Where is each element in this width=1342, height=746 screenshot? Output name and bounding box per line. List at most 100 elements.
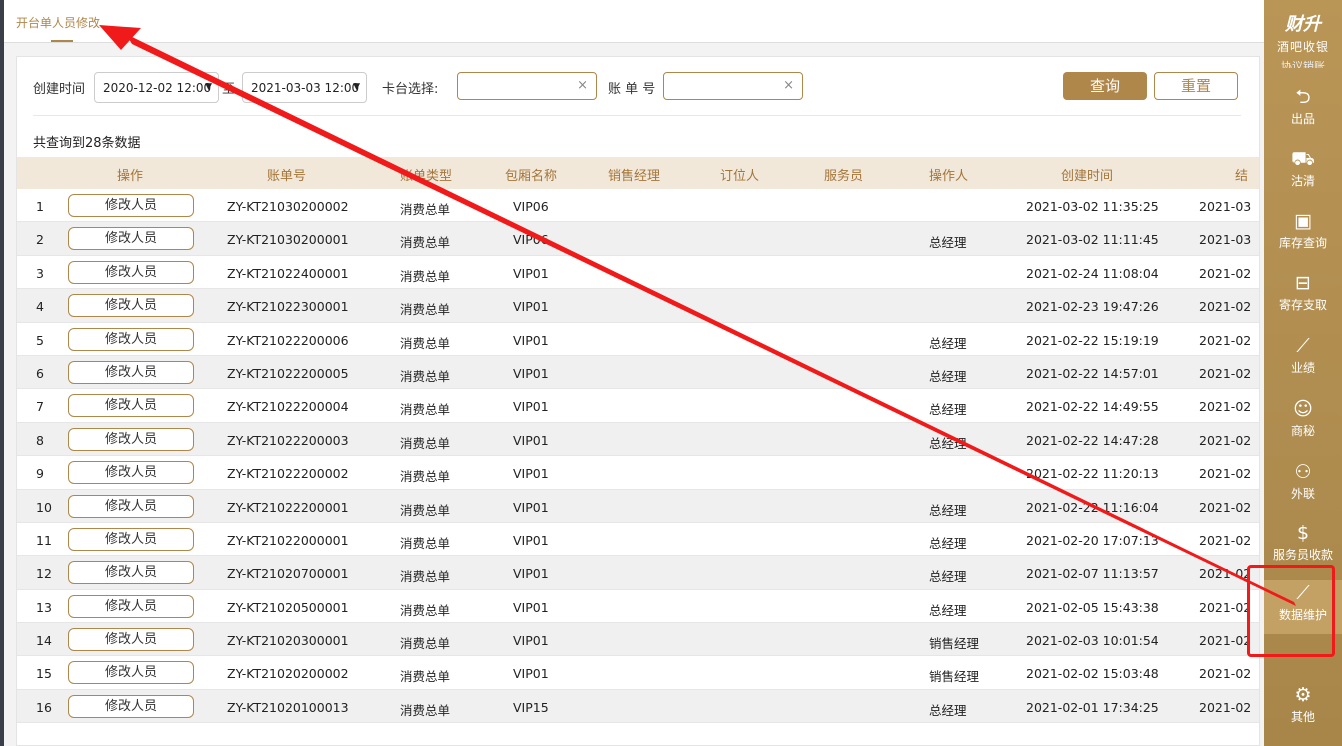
operator: 总经理 xyxy=(929,702,967,718)
row-number: 10 xyxy=(36,499,52,515)
bill-number: ZY-KT21022200006 xyxy=(227,332,349,348)
date-to-select[interactable]: 2021-03-03 12:00 ▼ xyxy=(242,72,367,103)
edit-staff-button[interactable]: 修改人员 xyxy=(68,561,194,585)
room-name: VIP06 xyxy=(513,199,549,214)
date-from-value: 2020-12-02 12:00 xyxy=(103,81,212,95)
room-name: VIP01 xyxy=(513,299,549,315)
bill-type: 消费总单 xyxy=(400,302,451,318)
column-header: 销售经理 xyxy=(608,169,661,184)
created-time: 2021-02-03 10:01:54 xyxy=(1026,633,1159,649)
sidebar-item-storage[interactable]: ⊟ 寄存支取 xyxy=(1264,270,1342,324)
secret-icon: ☺ xyxy=(1293,398,1313,420)
edit-staff-button[interactable]: 修改人员 xyxy=(68,694,194,718)
row-number: 6 xyxy=(36,365,44,381)
sidebar-item-label: 业绩 xyxy=(1290,361,1315,375)
edit-staff-button[interactable]: 修改人员 xyxy=(68,494,194,518)
sidebar-item-return[interactable]: ⮌ 出品 xyxy=(1264,84,1342,138)
column-header: 操作 xyxy=(117,169,144,184)
operator: 总经理 xyxy=(929,502,967,518)
bill-number: ZY-KT21022300001 xyxy=(227,299,349,315)
table-select-input[interactable]: × xyxy=(457,72,597,100)
created-time: 2021-02-22 11:16:04 xyxy=(1026,499,1159,515)
bill-no-input[interactable]: × xyxy=(663,72,803,100)
row-number: 1 xyxy=(36,199,44,214)
table-row: 修改人员 3 ZY-KT21022400001 消费总单 VIP01 2021-02-24… xyxy=(17,256,1259,290)
edit-staff-button[interactable]: 修改人员 xyxy=(68,594,194,618)
created-time: 2021-02-24 11:08:04 xyxy=(1026,265,1159,281)
created-time: 2021-02-22 11:20:13 xyxy=(1026,466,1159,482)
bill-number: ZY-KT21020500001 xyxy=(227,599,349,615)
sidebar-item-label: 寄存支取 xyxy=(1278,298,1327,312)
created-time: 2021-02-23 19:47:26 xyxy=(1026,299,1159,315)
edit-staff-button[interactable]: 修改人员 xyxy=(68,294,194,318)
clear-icon[interactable]: × xyxy=(783,78,794,93)
table-body: 修改人员 1 ZY-KT21030200002 消费总单 VIP06 2021-03-02… xyxy=(17,189,1259,724)
room-name: VIP01 xyxy=(513,633,549,649)
tab-open-table-staff-edit[interactable]: 开台单人员修改 xyxy=(16,14,100,31)
bill-number: ZY-KT21022200001 xyxy=(227,499,349,515)
date-from-select[interactable]: 2020-12-02 12:00 ▼ xyxy=(94,72,219,103)
operator: 总经理 xyxy=(929,235,967,251)
sidebar-item-people[interactable]: ⚇ 外联 xyxy=(1264,459,1342,513)
sidebar-item-label: 沽清 xyxy=(1290,174,1315,188)
edit-staff-button[interactable]: 修改人员 xyxy=(68,194,194,217)
sidebar-item-agreement-cut[interactable]: 协议销账 xyxy=(1264,58,1342,68)
chevron-down-icon: ▼ xyxy=(353,82,360,92)
room-name: VIP01 xyxy=(513,532,549,548)
table-row: 修改人员 15 ZY-KT21020200002 消费总单 VIP01 销售经理 2021-… xyxy=(17,656,1259,690)
row-number: 13 xyxy=(36,599,52,615)
edit-staff-button[interactable]: 修改人员 xyxy=(68,227,194,251)
end-time: 2021-02 xyxy=(1199,699,1252,715)
end-time: 2021-02 xyxy=(1199,633,1252,649)
chevron-down-icon: ▼ xyxy=(205,82,212,92)
operator: 总经理 xyxy=(929,602,967,618)
sidebar-item-gear[interactable]: ⚙ 其他 xyxy=(1264,682,1342,736)
edit-staff-button[interactable]: 修改人员 xyxy=(68,661,194,685)
edit-staff-button[interactable]: 修改人员 xyxy=(68,327,194,351)
query-button[interactable]: 查询 xyxy=(1063,72,1147,100)
sidebar-item-box[interactable]: ▣ 库存查询 xyxy=(1264,208,1342,262)
sidebar-item-secret[interactable]: ☺ 商秘 xyxy=(1264,396,1342,450)
date-to-value: 2021-03-03 12:00 xyxy=(251,81,360,95)
operator: 销售经理 xyxy=(929,669,980,685)
room-name: VIP01 xyxy=(513,466,549,482)
end-time: 2021-03 xyxy=(1199,199,1252,214)
operator: 总经理 xyxy=(929,368,967,384)
created-time: 2021-02-22 14:49:55 xyxy=(1026,399,1159,415)
divider xyxy=(33,115,1241,116)
bill-type: 消费总单 xyxy=(400,268,451,284)
bill-type: 消费总单 xyxy=(400,435,451,451)
sidebar-item-chart[interactable]: ⟋ 业绩 xyxy=(1264,333,1342,387)
reset-button[interactable]: 重置 xyxy=(1154,72,1238,100)
storage-icon: ⊟ xyxy=(1295,272,1311,294)
table-row: 修改人员 12 ZY-KT21020700001 消费总单 VIP01 总经理 2021-0… xyxy=(17,556,1259,590)
active-tab-indicator xyxy=(51,40,73,42)
bill-type: 消费总单 xyxy=(400,469,451,485)
edit-staff-button[interactable]: 修改人员 xyxy=(68,427,194,451)
created-time: 2021-02-22 14:47:28 xyxy=(1026,432,1159,448)
edit-staff-button[interactable]: 修改人员 xyxy=(68,461,194,485)
table-row: 修改人员 6 ZY-KT21022200005 消费总单 VIP01 总经理 2021-02… xyxy=(17,355,1259,390)
bill-number: ZY-KT21022000001 xyxy=(227,532,349,548)
room-name: VIP01 xyxy=(513,566,549,582)
column-header: 结 xyxy=(1235,169,1249,184)
bill-number: ZY-KT21030200002 xyxy=(227,199,349,214)
row-number: 8 xyxy=(36,432,44,448)
brand-logo: 财升 xyxy=(1285,14,1321,35)
edit-staff-button[interactable]: 修改人员 xyxy=(68,360,194,384)
operator: 总经理 xyxy=(929,335,967,351)
created-time: 2021-02-05 15:43:38 xyxy=(1026,599,1159,615)
bill-type: 消费总单 xyxy=(400,235,451,251)
sidebar-item-cart[interactable]: ⛟ 沽清 xyxy=(1264,146,1342,200)
column-header: 服务员 xyxy=(824,169,864,184)
operator: 总经理 xyxy=(929,569,967,585)
room-name: VIP01 xyxy=(513,332,549,348)
room-name: VIP01 xyxy=(513,599,549,615)
edit-staff-button[interactable]: 修改人员 xyxy=(68,260,194,284)
end-time: 2021-02 xyxy=(1199,432,1252,448)
edit-staff-button[interactable]: 修改人员 xyxy=(68,394,194,418)
edit-staff-button[interactable]: 修改人员 xyxy=(68,628,194,652)
column-header: 账单号 xyxy=(267,169,307,184)
edit-staff-button[interactable]: 修改人员 xyxy=(68,527,194,551)
clear-icon[interactable]: × xyxy=(577,78,588,93)
